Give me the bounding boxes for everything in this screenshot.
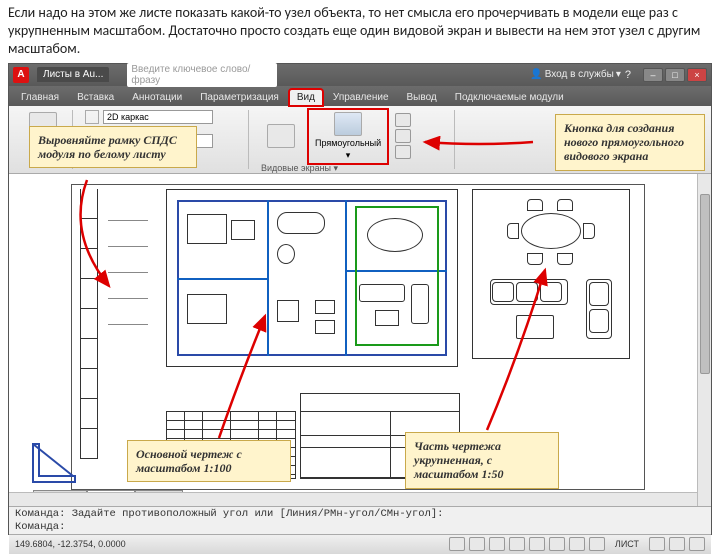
floor-plan: [177, 200, 447, 356]
furniture-bed-2: [187, 294, 227, 324]
document-tab[interactable]: Листы в Au...: [37, 67, 109, 82]
rectangle-icon: [334, 112, 362, 136]
furniture-sink-1: [315, 300, 335, 314]
callout-detail-scale: Часть чертежа укрупненная, с масштабом 1…: [405, 432, 559, 489]
login-label: Вход в службы: [545, 69, 614, 80]
furniture-bed: [187, 214, 227, 244]
tab-view[interactable]: Вид: [289, 89, 323, 106]
status-snap-icon[interactable]: [449, 537, 465, 551]
status-otrack-icon[interactable]: [549, 537, 565, 551]
detail-viewport[interactable]: [472, 189, 630, 359]
minimize-button[interactable]: –: [643, 68, 663, 82]
furniture-dining: [367, 218, 423, 252]
callout-rect-button: Кнопка для создания нового прямоугольног…: [555, 114, 705, 171]
close-button[interactable]: ×: [687, 68, 707, 82]
furniture-sofa-2: [411, 284, 429, 324]
viewport-list-button[interactable]: [261, 122, 301, 150]
instruction-text: Если надо на этом же листе показать како…: [0, 0, 720, 63]
viewport-clip-icon[interactable]: [395, 113, 411, 127]
tab-annotations[interactable]: Аннотации: [124, 89, 190, 106]
layout-indicator[interactable]: ЛИСТ: [609, 539, 645, 549]
furniture-sink-2: [315, 320, 335, 334]
furniture-wc: [277, 244, 295, 264]
furniture-tub: [277, 212, 325, 234]
detail-sofas: [486, 275, 616, 345]
maximize-button[interactable]: □: [665, 68, 685, 82]
status-ortho-icon[interactable]: [489, 537, 505, 551]
side-dimension-marks: [108, 195, 158, 425]
status-dyn-icon[interactable]: [569, 537, 585, 551]
detail-dining-table: [507, 203, 595, 261]
chevron-down-icon: ▾: [346, 150, 351, 161]
tab-home[interactable]: Главная: [13, 89, 67, 106]
status-osnap-icon[interactable]: [529, 537, 545, 551]
command-prompt: Команда:: [15, 521, 705, 534]
horizontal-scrollbar[interactable]: [9, 492, 697, 506]
rectangular-viewport-button[interactable]: Прямоугольный ▾: [309, 110, 387, 163]
title-bar: A Листы в Au... Введите ключевое слово/ф…: [9, 64, 711, 86]
sheet-border-strip: [80, 189, 98, 479]
help-icon[interactable]: ?: [625, 69, 631, 81]
viewport-join-icon[interactable]: [395, 145, 411, 159]
furniture-sofa-1: [359, 284, 405, 302]
status-lwt-icon[interactable]: [589, 537, 605, 551]
command-history-line: Команда: Задайте противоположный угол ил…: [15, 508, 705, 521]
tab-plugins[interactable]: Подключаемые модули: [447, 89, 572, 106]
vertical-scrollbar[interactable]: [697, 174, 711, 506]
furniture-item: [231, 220, 255, 240]
status-extra-3[interactable]: [689, 537, 705, 551]
ribbon-group-viewports: Прямоугольный ▾ Видовые экраны ▾: [255, 110, 455, 169]
status-polar-icon[interactable]: [509, 537, 525, 551]
status-extra-2[interactable]: [669, 537, 685, 551]
chevron-down-icon: ▾: [616, 69, 621, 80]
ucs-icon: [29, 438, 81, 486]
tab-manage[interactable]: Управление: [325, 89, 397, 106]
callout-spds-frame: Выровняйте рамку СПДС модуля по белому л…: [29, 126, 197, 169]
main-viewport[interactable]: [166, 189, 458, 367]
style-icon: [85, 110, 99, 124]
visual-style-select[interactable]: 2D каркас: [103, 110, 213, 124]
furniture-table: [375, 310, 399, 326]
viewport-grid-icon: [267, 124, 295, 148]
tab-output[interactable]: Вывод: [399, 89, 445, 106]
search-input[interactable]: Введите ключевое слово/фразу: [127, 63, 277, 87]
viewports-label: Видовые экраны ▾: [261, 163, 448, 174]
login-button[interactable]: 👤 Вход в службы ▾: [530, 69, 621, 80]
viewport-lock-icon[interactable]: [395, 129, 411, 143]
scrollbar-thumb[interactable]: [700, 194, 710, 374]
visual-style-value: 2D каркас: [107, 112, 149, 122]
callout-main-scale: Основной чертеж с масштабом 1:100: [127, 440, 291, 483]
status-grid-icon[interactable]: [469, 537, 485, 551]
furniture-stove: [277, 300, 299, 322]
status-bar: 149.6804, -12.3754, 0.0000 ЛИСТ: [9, 534, 711, 554]
ribbon-tabs: Главная Вставка Аннотации Параметризация…: [9, 86, 711, 106]
tab-parametric[interactable]: Параметризация: [192, 89, 287, 106]
user-icon: 👤: [530, 69, 542, 80]
rectangular-label: Прямоугольный: [315, 138, 381, 148]
autocad-window: A Листы в Au... Введите ключевое слово/ф…: [8, 63, 712, 535]
tab-insert[interactable]: Вставка: [69, 89, 122, 106]
command-line[interactable]: Команда: Задайте противоположный угол ил…: [9, 506, 711, 534]
coordinates-display: 149.6804, -12.3754, 0.0000: [15, 539, 126, 549]
app-icon[interactable]: A: [13, 67, 29, 83]
status-extra-1[interactable]: [649, 537, 665, 551]
drawing-canvas[interactable]: ◂◂ Модель Лист 1 Лист 2: [9, 174, 711, 506]
